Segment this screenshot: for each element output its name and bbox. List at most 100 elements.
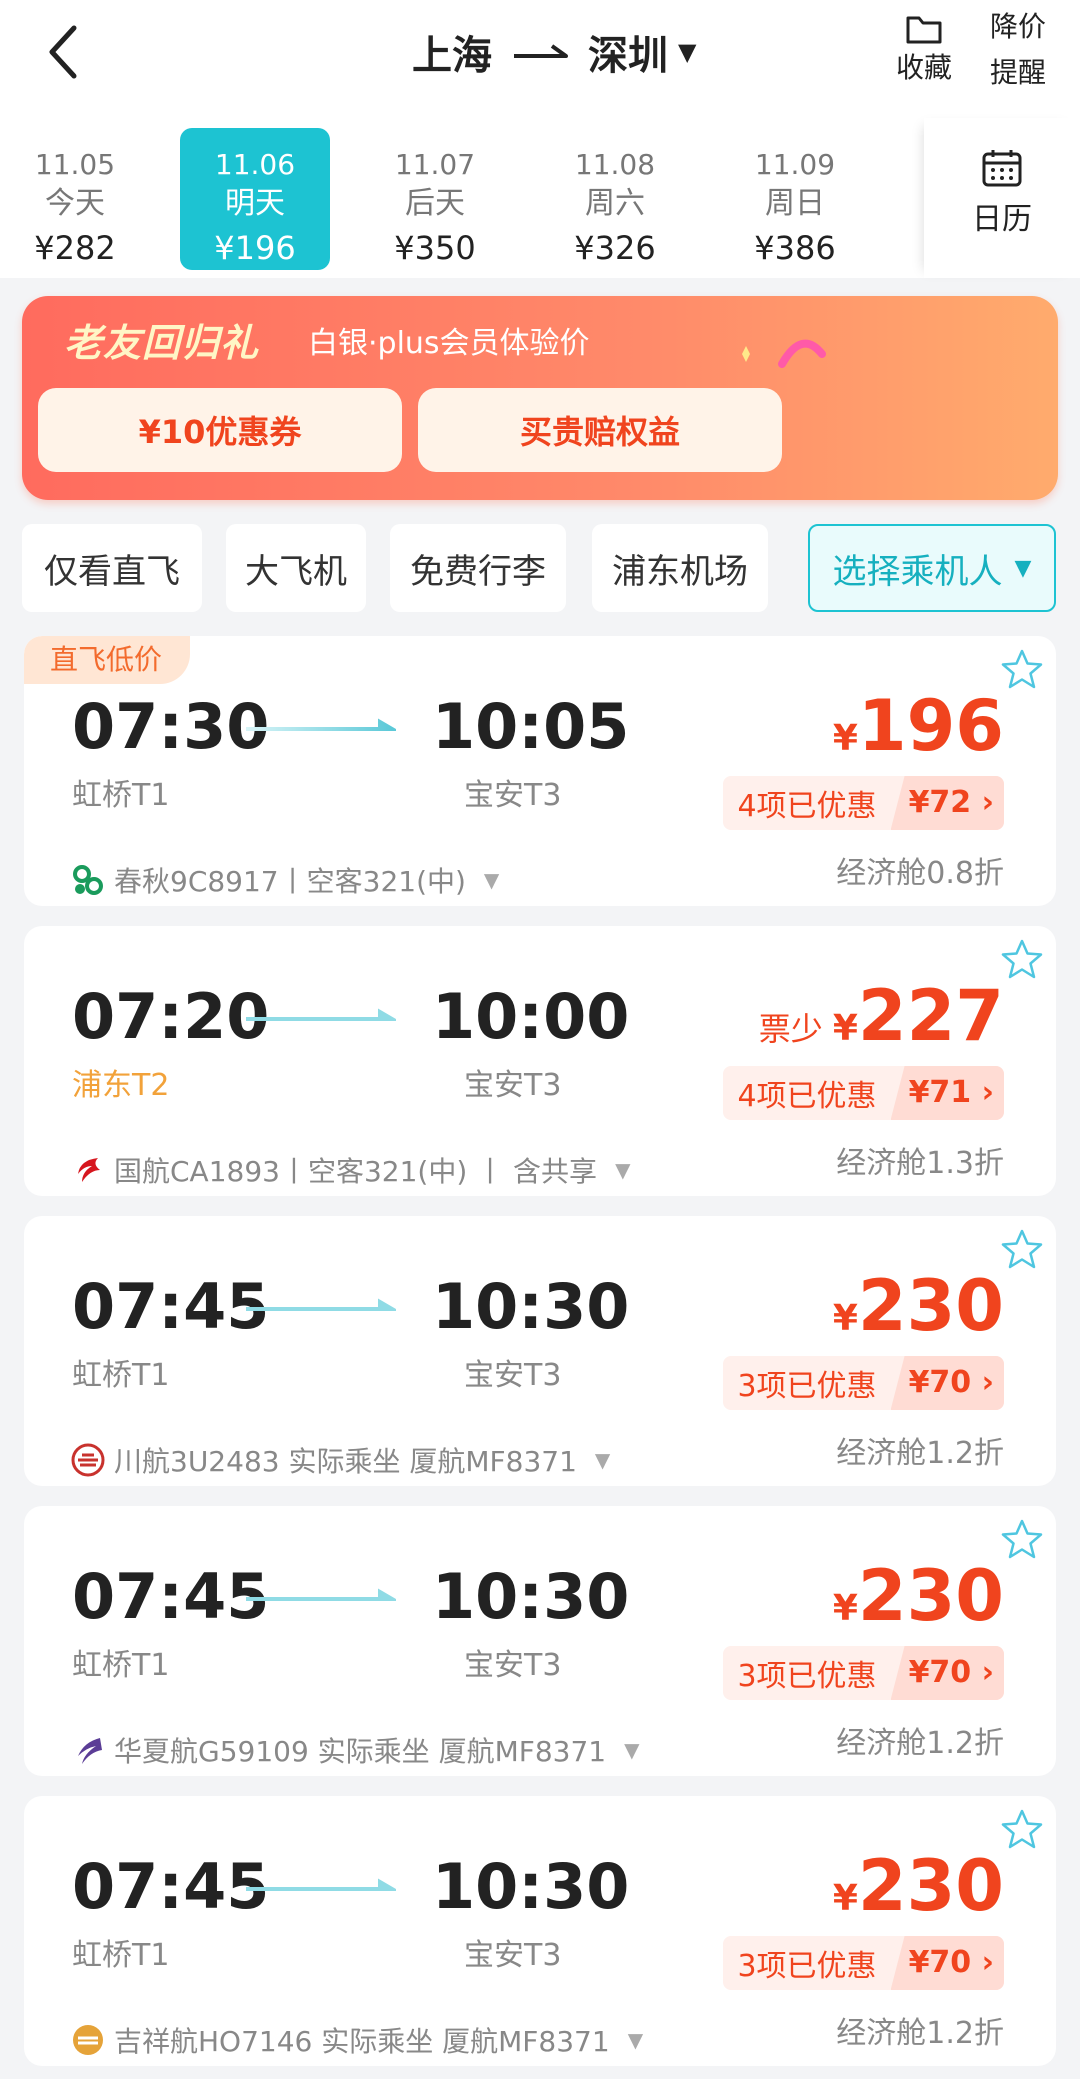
star-icon[interactable] (1000, 648, 1044, 690)
discount-badge[interactable]: 3项已优惠 ¥70 › (723, 1356, 1004, 1410)
arrival-airport: 宝安T3 (464, 1068, 562, 1103)
chevron-down-icon[interactable]: ▼ (624, 1738, 639, 1762)
flight-card[interactable]: 07:45 10:30 虹桥T1 宝安T3 川航3U2483 实际乘坐 厦航MF… (24, 1216, 1056, 1486)
airline-text: 吉祥航HO7146 实际乘坐 厦航MF8371 (114, 2025, 610, 2058)
flight-arrow-icon (246, 1588, 396, 1601)
airline-info: 吉祥航HO7146 实际乘坐 厦航MF8371 ▼ (70, 2020, 643, 2060)
discount-label: 3项已优惠 (737, 1369, 877, 1404)
cabin-class: 经济舱1.2折 (836, 2016, 1004, 2051)
date-price: ¥196 (214, 229, 296, 267)
cabin-class: 经济舱1.2折 (836, 1726, 1004, 1761)
sparkle-decoration-icon (742, 339, 826, 368)
departure-airport: 虹桥T1 (72, 1648, 170, 1683)
flight-card[interactable]: 直飞低价 07:30 10:05 虹桥T1 宝安T3 春秋9C8917丨空客32… (24, 636, 1056, 906)
date-price: ¥386 (754, 229, 836, 267)
date-item-selected[interactable]: 11.06 明天 ¥196 (180, 128, 330, 270)
flight-card[interactable]: 07:45 10:30 虹桥T1 宝安T3 华夏航G59109 实际乘坐 厦航M… (24, 1506, 1056, 1776)
airline-info: 春秋9C8917丨空客321(中) ▼ (70, 860, 499, 900)
discount-badge[interactable]: 4项已优惠 ¥71 › (723, 1066, 1004, 1120)
date-selector: 11.05 今天 ¥282 11.06 明天 ¥196 11.07 后天 ¥35… (0, 118, 1080, 278)
price-value: 230 (857, 1845, 1004, 1927)
cabin-class: 经济舱0.8折 (836, 856, 1004, 891)
price: ¥ 230 (833, 1268, 1004, 1344)
chevron-left-icon (49, 25, 77, 79)
route-selector[interactable]: 上海 深圳 ▼ (412, 22, 696, 82)
flight-card[interactable]: 07:45 10:30 虹桥T1 宝安T3 吉祥航HO7146 实际乘坐 厦航M… (24, 1796, 1056, 2066)
airline-text: 川航3U2483 实际乘坐 厦航MF8371 (114, 1445, 577, 1478)
discount-label: 4项已优惠 (737, 1079, 877, 1114)
coupon-button[interactable]: ¥10优惠券 (38, 388, 402, 472)
star-icon[interactable] (1000, 938, 1044, 980)
discount-badge[interactable]: 4项已优惠 ¥72 › (723, 776, 1004, 830)
promo-subtitle: 白银·plus会员体验价 (308, 326, 590, 361)
departure-airport: 浦东T2 (72, 1068, 170, 1103)
flight-arrow-icon (246, 1878, 396, 1891)
discount-badge[interactable]: 3项已优惠 ¥70 › (723, 1646, 1004, 1700)
favorite-button[interactable]: 收藏 (888, 6, 960, 90)
date-item[interactable]: 11.09 周日 ¥386 (720, 128, 870, 270)
price-value: 230 (857, 1555, 1004, 1637)
airline-text: 春秋9C8917丨空客321(中) (114, 865, 466, 898)
arrival-airport: 宝安T3 (464, 778, 562, 813)
date-value: 11.06 (214, 148, 296, 181)
price-value: 230 (857, 1265, 1004, 1347)
calendar-icon (982, 150, 1022, 187)
departure-time: 07:20 (72, 980, 270, 1053)
departure-time: 07:45 (72, 1560, 270, 1633)
discount-label: 3项已优惠 (737, 1949, 877, 1984)
departure-airport: 虹桥T1 (72, 778, 170, 813)
filter-pudong[interactable]: 浦东机场 (592, 524, 768, 612)
discount-value: ¥70 › (890, 1356, 1004, 1410)
arrival-airport: 宝安T3 (464, 1358, 562, 1393)
price-alert-button[interactable]: 降价 提醒 (982, 4, 1054, 96)
cabin-class: 经济舱1.3折 (836, 1146, 1004, 1181)
airline-info: 川航3U2483 实际乘坐 厦航MF8371 ▼ (70, 1440, 610, 1480)
filter-free-baggage[interactable]: 免费行李 (390, 524, 566, 612)
date-label: 明天 (225, 186, 285, 221)
discount-badge[interactable]: 3项已优惠 ¥70 › (723, 1936, 1004, 1990)
date-value: 11.07 (394, 148, 476, 181)
star-icon[interactable] (1000, 1518, 1044, 1560)
arrival-time: 10:00 (432, 980, 630, 1053)
date-item[interactable]: 11.05 今天 ¥282 (0, 128, 150, 270)
chevron-down-icon[interactable]: ▼ (484, 868, 499, 892)
flight-arrow-icon (246, 1008, 396, 1021)
low-stock-note: 票少 (758, 1010, 823, 1048)
discount-label: 3项已优惠 (737, 1659, 877, 1694)
date-price: ¥326 (574, 229, 656, 267)
currency-symbol: ¥ (832, 718, 858, 759)
price-value: 227 (857, 975, 1004, 1057)
arrival-time: 10:30 (432, 1560, 630, 1633)
star-icon[interactable] (1000, 1808, 1044, 1850)
passenger-select[interactable]: 选择乘机人 ▼ (808, 524, 1056, 612)
price-tag: 直飞低价 (24, 636, 191, 684)
filter-big-plane[interactable]: 大飞机 (226, 524, 366, 612)
chevron-down-icon[interactable]: ▼ (628, 2028, 643, 2052)
folder-icon (906, 16, 942, 44)
date-label: 后天 (405, 186, 465, 221)
date-label: 周日 (765, 186, 825, 221)
departure-time: 07:45 (72, 1850, 270, 1923)
back-button[interactable] (44, 22, 94, 82)
arrival-airport: 宝安T3 (464, 1648, 562, 1683)
juneyao-logo-icon (73, 2025, 103, 2055)
currency-symbol: ¥ (832, 1588, 858, 1629)
price: 票少 ¥ 227 (759, 978, 1004, 1054)
date-value: 11.08 (574, 148, 656, 181)
chevron-down-icon[interactable]: ▼ (615, 1158, 630, 1182)
spring-airlines-logo-icon (73, 865, 103, 895)
cabin-class: 经济舱1.2折 (836, 1436, 1004, 1471)
price-alert-label-2: 提醒 (989, 56, 1046, 89)
filter-nonstop[interactable]: 仅看直飞 (22, 524, 202, 612)
chevron-down-icon[interactable]: ▼ (595, 1448, 610, 1472)
calendar-button[interactable]: 日历 (924, 118, 1080, 278)
promo-banner[interactable]: 老友回归礼 白银·plus会员体验价 ¥10优惠券 买贵赔权益 (22, 296, 1058, 500)
star-icon[interactable] (1000, 1228, 1044, 1270)
date-item[interactable]: 11.08 周六 ¥326 (540, 128, 690, 270)
price-guarantee-button[interactable]: 买贵赔权益 (418, 388, 782, 472)
flight-card[interactable]: 07:20 10:00 浦东T2 宝安T3 国航CA1893丨空客321(中) … (24, 926, 1056, 1196)
date-label: 周六 (585, 186, 645, 221)
sichuan-airlines-logo-icon (71, 1443, 105, 1477)
destination-city: 深圳 (588, 33, 668, 79)
date-item[interactable]: 11.07 后天 ¥350 (360, 128, 510, 270)
